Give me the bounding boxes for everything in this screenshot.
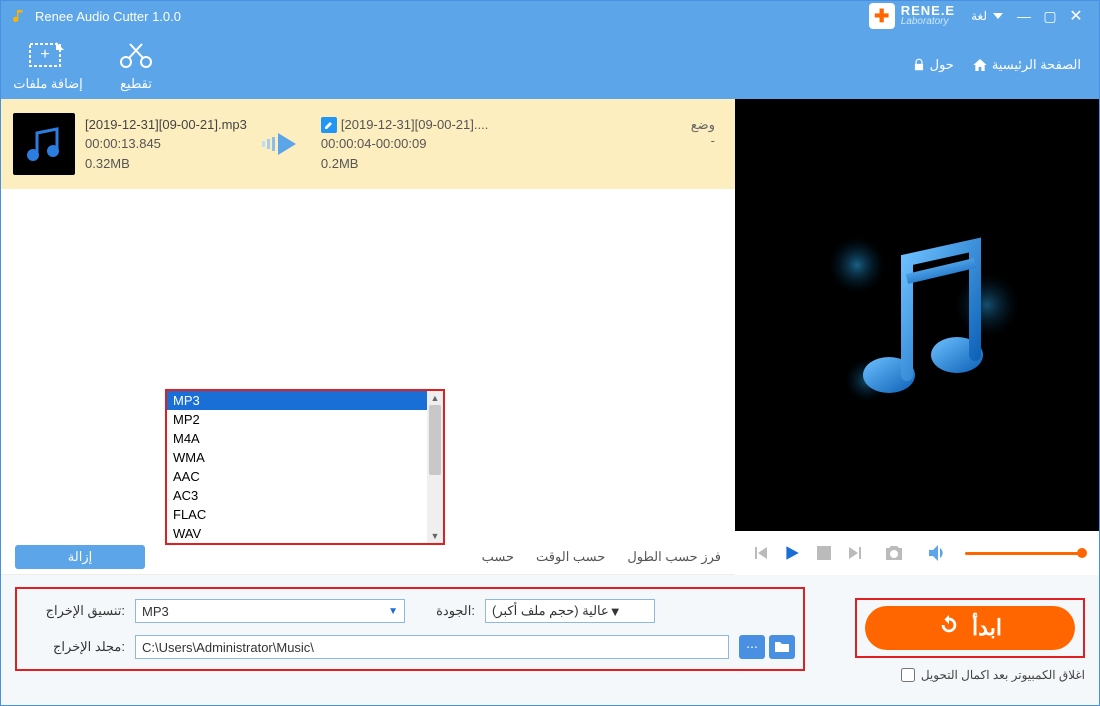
plus-icon: ✚: [869, 3, 895, 29]
play-button[interactable]: [781, 542, 803, 564]
file-info: [2019-12-31][09-00-21].mp3 00:00:13.845 …: [85, 115, 247, 174]
bottom-panel: تنسيق الإخراج: MP3 ▼ الجودة: عالية (حجم …: [1, 575, 1099, 705]
format-list: MP3 MP2 M4A WMA AAC AC3 FLAC WAV: [167, 391, 427, 543]
file-thumbnail: [13, 113, 75, 175]
left-column: [2019-12-31][09-00-21].mp3 00:00:13.845 …: [1, 99, 735, 575]
output-info: [2019-12-31][09-00-21].... 00:00:04-00:0…: [321, 115, 488, 174]
file-duration: 00:00:13.845: [85, 134, 247, 154]
next-button[interactable]: [845, 542, 867, 564]
sort-by-time[interactable]: حسب الوقت: [536, 549, 605, 565]
settings-highlight-box: تنسيق الإخراج: MP3 ▼ الجودة: عالية (حجم …: [15, 587, 805, 671]
sort-by-length[interactable]: فرز حسب الطول: [627, 549, 721, 565]
format-value: MP3: [142, 604, 169, 619]
file-list-area: MP3 MP2 M4A WMA AAC AC3 FLAC WAV ▲ ▼: [1, 189, 735, 539]
cut-button[interactable]: تقطيع: [101, 38, 171, 92]
playback-controls: [735, 531, 1099, 575]
shutdown-checkbox-row[interactable]: اغلاق الكمبيوتر بعد اكمال التحويل: [901, 668, 1085, 682]
home-link[interactable]: الصفحة الرئيسية: [972, 57, 1081, 73]
brand-logo: ✚ RENE.E Laboratory: [869, 3, 955, 29]
brand-name: RENE.E: [901, 5, 955, 16]
add-files-icon: +: [28, 38, 68, 72]
folder-icon: [775, 641, 789, 653]
format-option-wav[interactable]: WAV: [167, 524, 427, 543]
scroll-down-icon[interactable]: ▼: [427, 529, 443, 543]
minimize-button[interactable]: —: [1011, 5, 1037, 27]
start-area: ابدأ اغلاق الكمبيوتر بعد اكمال التحويل: [805, 587, 1085, 693]
add-files-label: إضافة ملفات: [13, 76, 82, 92]
file-row[interactable]: [2019-12-31][09-00-21].mp3 00:00:13.845 …: [1, 99, 735, 189]
close-button[interactable]: ✕: [1063, 5, 1089, 27]
format-scrollbar[interactable]: ▲ ▼: [427, 391, 443, 543]
more-button[interactable]: ⋯: [739, 635, 765, 659]
cut-label: تقطيع: [120, 76, 152, 92]
add-files-button[interactable]: + إضافة ملفات: [13, 38, 83, 92]
stop-button[interactable]: [813, 542, 835, 564]
music-note-icon: [807, 205, 1027, 425]
file-size: 0.32MB: [85, 154, 247, 174]
remove-button[interactable]: إزالة: [15, 545, 145, 569]
quality-label: الجودة:: [415, 603, 475, 619]
format-dropdown-popup: MP3 MP2 M4A WMA AAC AC3 FLAC WAV ▲ ▼: [165, 389, 445, 545]
sort-by[interactable]: حسب: [482, 549, 514, 565]
chevron-down-icon: ▼: [609, 604, 622, 619]
format-option-mp3[interactable]: MP3: [167, 391, 427, 410]
app-window: Renee Audio Cutter 1.0.0 ✚ RENE.E Labora…: [0, 0, 1100, 706]
app-title: Renee Audio Cutter 1.0.0: [35, 9, 181, 24]
format-option-aac[interactable]: AAC: [167, 467, 427, 486]
volume-knob[interactable]: [1077, 548, 1087, 558]
shutdown-checkbox[interactable]: [901, 668, 915, 682]
format-option-ac3[interactable]: AC3: [167, 486, 427, 505]
format-option-flac[interactable]: FLAC: [167, 505, 427, 524]
folder-value: C:\Users\Administrator\Music\: [142, 640, 314, 655]
language-label: لغة: [971, 9, 987, 23]
right-column: [735, 99, 1099, 575]
start-button[interactable]: ابدأ: [865, 606, 1075, 650]
output-size: 0.2MB: [321, 154, 488, 174]
quality-value: عالية (حجم ملف أكبر): [492, 603, 609, 619]
toolbar: + إضافة ملفات تقطيع حول الصفحة الرئيسية: [1, 31, 1099, 99]
volume-icon[interactable]: [927, 542, 949, 564]
svg-text:+: +: [40, 46, 49, 63]
scissors-icon: [116, 38, 156, 72]
refresh-icon: [938, 614, 960, 642]
chevron-down-icon: [993, 11, 1003, 21]
output-name: [2019-12-31][09-00-21]....: [341, 115, 488, 135]
title-bar: Renee Audio Cutter 1.0.0 ✚ RENE.E Labora…: [1, 1, 1099, 31]
start-label: ابدأ: [972, 615, 1002, 641]
folder-label: مجلد الإخراج:: [25, 639, 125, 655]
output-settings: تنسيق الإخراج: MP3 ▼ الجودة: عالية (حجم …: [15, 587, 805, 693]
arrow-icon: [259, 131, 309, 157]
start-highlight-box: ابدأ: [855, 598, 1085, 658]
scroll-up-icon[interactable]: ▲: [427, 391, 443, 405]
output-range: 00:00:04-00:00:09: [321, 134, 488, 154]
app-icon: [11, 8, 27, 24]
file-name: [2019-12-31][09-00-21].mp3: [85, 115, 247, 135]
file-status: وضع -: [691, 117, 715, 148]
folder-input[interactable]: C:\Users\Administrator\Music\: [135, 635, 729, 659]
main-body: [2019-12-31][09-00-21].mp3 00:00:13.845 …: [1, 99, 1099, 575]
maximize-button[interactable]: ▢: [1037, 5, 1063, 27]
status-value: -: [691, 133, 715, 148]
quality-combo[interactable]: عالية (حجم ملف أكبر) ▼: [485, 599, 655, 623]
browse-folder-button[interactable]: [769, 635, 795, 659]
format-option-wma[interactable]: WMA: [167, 448, 427, 467]
lock-icon: [912, 58, 926, 72]
shutdown-label: اغلاق الكمبيوتر بعد اكمال التحويل: [921, 668, 1085, 682]
edit-icon[interactable]: [321, 117, 337, 133]
chevron-down-icon: ▼: [388, 606, 398, 617]
brand-sub: Laboratory: [901, 16, 955, 27]
format-combo[interactable]: MP3 ▼: [135, 599, 405, 623]
format-option-m4a[interactable]: M4A: [167, 429, 427, 448]
snapshot-button[interactable]: [883, 542, 905, 564]
format-label: تنسيق الإخراج:: [25, 603, 125, 619]
status-label: وضع: [691, 117, 715, 133]
format-option-mp2[interactable]: MP2: [167, 410, 427, 429]
volume-slider[interactable]: [965, 552, 1085, 555]
preview-panel: [735, 99, 1099, 531]
scrollbar-thumb[interactable]: [429, 405, 441, 475]
language-dropdown[interactable]: [993, 11, 1003, 21]
home-icon: [972, 57, 988, 73]
about-link[interactable]: حول: [912, 57, 954, 73]
prev-button[interactable]: [749, 542, 771, 564]
